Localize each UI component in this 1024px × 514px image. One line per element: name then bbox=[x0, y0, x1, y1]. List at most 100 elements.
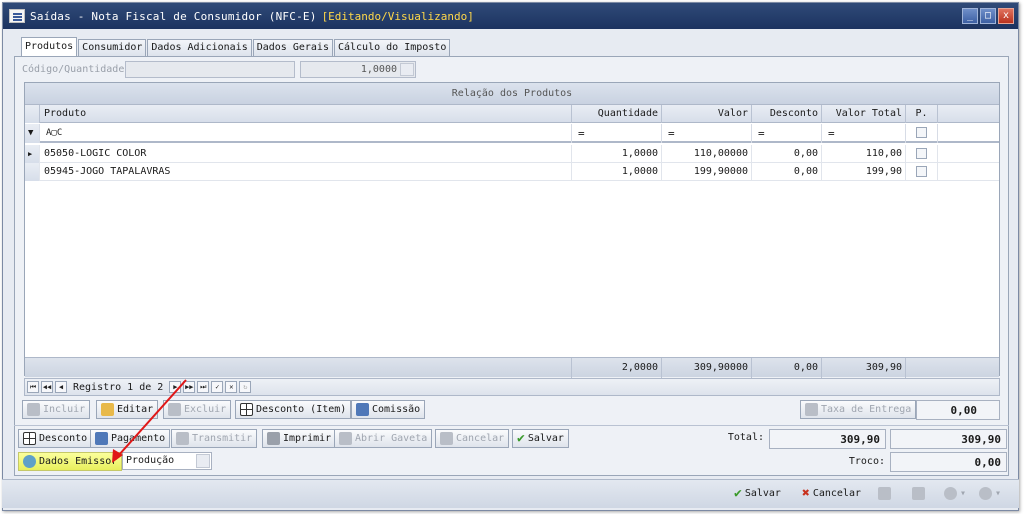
dados-emissor-button[interactable]: Dados Emissor bbox=[18, 452, 123, 471]
last-record-button[interactable]: ⏭ bbox=[197, 381, 210, 393]
ellipsis-button[interactable] bbox=[400, 63, 414, 76]
salvar-button[interactable]: ✔ Salvar bbox=[729, 484, 786, 503]
checkmark-icon: ✔ bbox=[517, 431, 525, 446]
incluir-label: Incluir bbox=[43, 404, 86, 415]
close-button[interactable]: x bbox=[998, 8, 1014, 24]
cell-quantidade[interactable]: 1,0000 bbox=[572, 145, 662, 163]
row-p-checkbox[interactable] bbox=[916, 166, 927, 177]
row-indicator-icon: ▶ bbox=[25, 145, 40, 163]
product-code-input[interactable] bbox=[125, 61, 295, 78]
refresh-icon[interactable]: ↻ bbox=[239, 381, 252, 393]
prev-page-button[interactable]: ◀◀ bbox=[41, 381, 53, 393]
title-bar[interactable]: Saídas - Nota Fiscal de Consumidor (NFC-… bbox=[3, 3, 1018, 29]
payment-icon bbox=[95, 432, 108, 445]
document-icon bbox=[9, 9, 25, 23]
settings-button[interactable]: ▾ bbox=[939, 484, 971, 503]
col-produto[interactable]: Produto bbox=[40, 105, 572, 123]
cancelar-nfce-button[interactable]: Cancelar bbox=[435, 429, 510, 448]
tab-consumidor[interactable]: Consumidor bbox=[78, 39, 147, 56]
taxa-entrega-button[interactable]: Taxa de Entrega bbox=[800, 400, 917, 419]
table-row[interactable]: 05945-JOGO TAPALAVRAS 1,0000 199,90000 0… bbox=[25, 163, 999, 181]
chevron-down-icon: ▾ bbox=[960, 488, 967, 499]
cell-produto[interactable]: 05050-LOGIC COLOR bbox=[40, 145, 572, 163]
filter-produto[interactable]: A▢C bbox=[40, 124, 572, 143]
imprimir-button[interactable]: Imprimir bbox=[262, 429, 337, 448]
col-valor-total[interactable]: Valor Total bbox=[822, 105, 906, 123]
filter-valor-unitario[interactable]: = bbox=[662, 124, 752, 143]
refresh-arrows-icon bbox=[878, 487, 891, 500]
filter-p-checkbox[interactable] bbox=[916, 127, 927, 138]
cell-valor-total[interactable]: 199,90 bbox=[822, 163, 906, 181]
salvar-nfce-button[interactable]: ✔ Salvar bbox=[512, 429, 569, 448]
signal-icon bbox=[176, 432, 189, 445]
refresh-button[interactable] bbox=[873, 484, 896, 503]
filter-valor-total[interactable]: = bbox=[822, 124, 906, 143]
taxa-entrega-label: Taxa de Entrega bbox=[821, 404, 912, 415]
record-counter: Registro 1 de 2 bbox=[73, 381, 164, 393]
quantity-input[interactable]: 1,0000 bbox=[300, 61, 416, 78]
col-desconto[interactable]: Desconto bbox=[752, 105, 822, 123]
tab-dados-gerais[interactable]: Dados Gerais bbox=[252, 39, 333, 56]
filter-p[interactable] bbox=[906, 124, 938, 143]
tools-icon bbox=[912, 487, 925, 500]
calculator-icon bbox=[23, 432, 36, 445]
filter-quantidade[interactable]: = bbox=[572, 124, 662, 143]
spreadsheet-icon bbox=[356, 403, 369, 416]
tab-produtos[interactable]: Produtos bbox=[21, 37, 78, 56]
table-row[interactable]: ▶ 05050-LOGIC COLOR 1,0000 110,00000 0,0… bbox=[25, 145, 999, 163]
editar-label: Editar bbox=[117, 404, 154, 415]
cell-desconto[interactable]: 0,00 bbox=[752, 163, 822, 181]
cancelar-nfce-label: Cancelar bbox=[456, 433, 505, 444]
cell-produto[interactable]: 05945-JOGO TAPALAVRAS bbox=[40, 163, 572, 181]
cancel-edit-icon[interactable]: ✕ bbox=[225, 381, 238, 393]
abrir-gaveta-button[interactable]: Abrir Gaveta bbox=[334, 429, 433, 448]
desconto-label: Desconto bbox=[39, 433, 88, 444]
taxa-entrega-input[interactable]: 0,00 bbox=[916, 400, 1000, 420]
chevron-down-icon: ▾ bbox=[995, 488, 1002, 499]
excluir-button[interactable]: Excluir bbox=[163, 400, 232, 419]
bottom-toolbar: ✔ Salvar ✖ Cancelar ▾ ▾ bbox=[2, 479, 1019, 508]
cell-desconto[interactable]: 0,00 bbox=[752, 145, 822, 163]
cancelar-button[interactable]: ✖ Cancelar bbox=[797, 484, 866, 503]
tab-calculo-imposto[interactable]: Cálculo do Imposto bbox=[333, 39, 451, 56]
next-page-button[interactable]: ▶▶ bbox=[183, 381, 196, 393]
plus-icon bbox=[27, 403, 40, 416]
cell-valor-unitario[interactable]: 110,00000 bbox=[662, 145, 752, 163]
cell-valor-unitario[interactable]: 199,90000 bbox=[662, 163, 752, 181]
quantity-value: 1,0000 bbox=[360, 64, 397, 75]
transmitir-button[interactable]: Transmitir bbox=[171, 429, 258, 448]
tab-strip: Produtos Consumidor Dados Adicionais Dad… bbox=[21, 37, 451, 56]
incluir-button[interactable]: Incluir bbox=[22, 400, 91, 419]
comissao-button[interactable]: Comissão bbox=[351, 400, 426, 419]
pagamento-button[interactable]: Pagamento bbox=[90, 429, 171, 448]
help-button[interactable]: ▾ bbox=[974, 484, 1006, 503]
desconto-item-button[interactable]: Desconto (Item) bbox=[235, 400, 352, 419]
grid-footer-totals: 2,0000 309,90000 0,00 309,90 bbox=[25, 357, 999, 378]
cell-p[interactable] bbox=[906, 163, 938, 181]
col-p[interactable]: P. bbox=[906, 105, 938, 123]
cell-p[interactable] bbox=[906, 145, 938, 163]
minimize-button[interactable]: _ bbox=[962, 8, 978, 24]
confirm-icon[interactable]: ✓ bbox=[211, 381, 224, 393]
dropdown-arrow-icon[interactable] bbox=[196, 454, 210, 468]
prev-record-button[interactable]: ◀ bbox=[55, 381, 67, 393]
col-quantidade[interactable]: Quantidade bbox=[572, 105, 662, 123]
col-valor-unitario[interactable]: Valor Unitário bbox=[662, 105, 752, 137]
maximize-button[interactable]: □ bbox=[980, 8, 996, 24]
cell-quantidade[interactable]: 1,0000 bbox=[572, 163, 662, 181]
tab-dados-adicionais[interactable]: Dados Adicionais bbox=[147, 39, 252, 56]
environment-select[interactable]: Produção bbox=[122, 452, 212, 470]
next-record-button[interactable]: ▶ bbox=[169, 381, 182, 393]
row-p-checkbox[interactable] bbox=[916, 148, 927, 159]
first-record-button[interactable]: ⏮ bbox=[27, 381, 39, 393]
delete-icon bbox=[168, 403, 181, 416]
filter-desconto[interactable]: = bbox=[752, 124, 822, 143]
desconto-button[interactable]: Desconto bbox=[18, 429, 93, 448]
filter-icon[interactable]: ▼ bbox=[25, 124, 40, 143]
gear-icon bbox=[944, 487, 957, 500]
salvar-label: Salvar bbox=[744, 488, 781, 499]
total-label: Total: bbox=[727, 432, 764, 443]
editar-button[interactable]: Editar bbox=[96, 400, 159, 419]
cell-valor-total[interactable]: 110,00 bbox=[822, 145, 906, 163]
tools-button[interactable] bbox=[907, 484, 930, 503]
